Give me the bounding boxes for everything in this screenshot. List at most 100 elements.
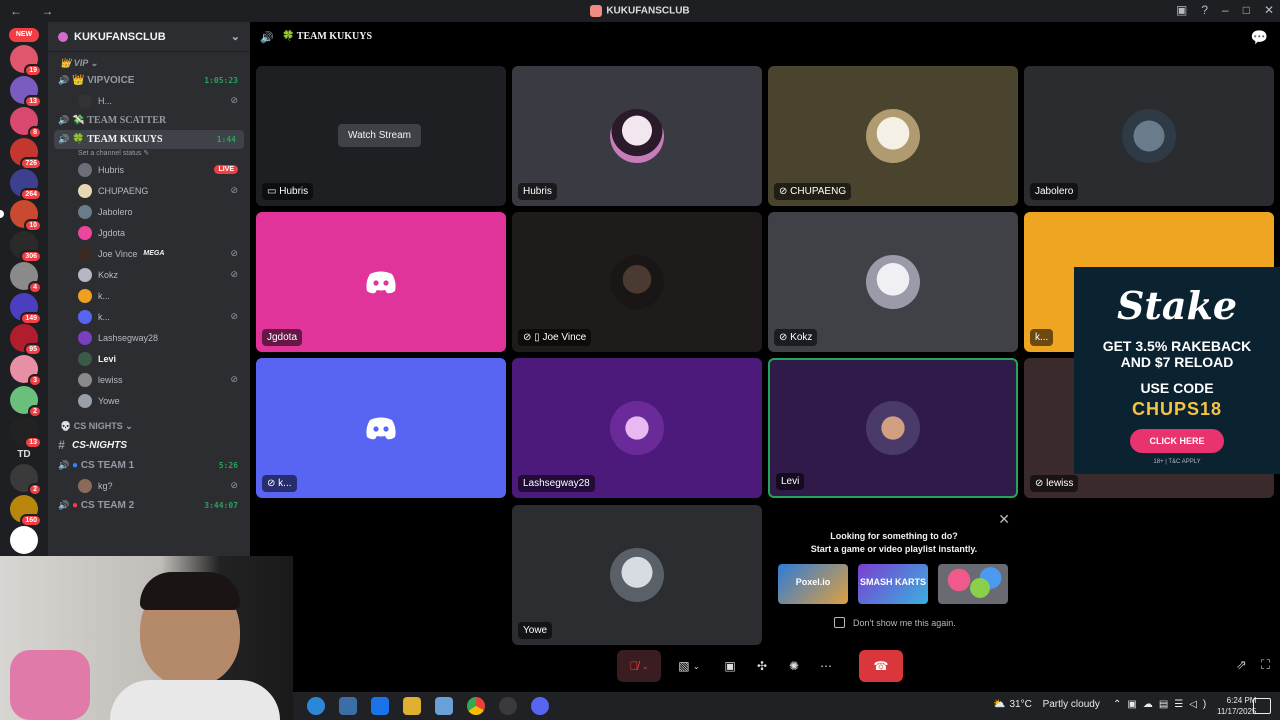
soundboard-button[interactable]: ✺ [781, 650, 807, 682]
server-icon[interactable]: 264 [10, 169, 42, 201]
minimize-button[interactable]: – [1222, 3, 1229, 17]
server-icon[interactable]: 95 [10, 324, 42, 356]
ad-click-here-button[interactable]: CLICK HERE [1130, 429, 1224, 453]
server-icon[interactable]: 726 [10, 138, 42, 170]
muted-icon: ⊘ [230, 480, 238, 490]
user-tile-joevince[interactable]: ⊘ ▯ Joe Vince [512, 212, 762, 352]
channel-status-hint[interactable]: Set a channel status ✎ [48, 149, 250, 159]
system-tray[interactable]: ⌃▣☁▤☰◁) [1113, 699, 1212, 710]
server-header[interactable]: KUKUFANSCLUB ⌄ [48, 22, 250, 52]
weather-widget[interactable]: ⛅ 31°C Partly cloudy [993, 699, 1100, 710]
maximize-button[interactable]: □ [1243, 3, 1250, 17]
avatar [610, 109, 664, 163]
discord-icon[interactable] [531, 697, 549, 715]
chevron-down-icon[interactable]: ⌄ [231, 30, 240, 43]
voice-user[interactable]: kg? ⊘ [48, 475, 250, 496]
close-window-button[interactable]: ✕ [1264, 3, 1274, 17]
server-icon[interactable]: 160 [10, 495, 42, 527]
voice-user[interactable]: lewiss ⊘ [48, 369, 250, 390]
tile-label-text: k... [278, 478, 292, 489]
server-td[interactable]: TD [0, 449, 48, 460]
voice-user[interactable]: Jgdota [48, 222, 250, 243]
voice-channel-scatter[interactable]: 🔊 💸 TEAM SCATTER [48, 111, 250, 130]
taskbar-clock[interactable]: 6:24 PM 11/17/2025 [1217, 695, 1256, 717]
fullscreen-icon[interactable]: ⛶ [1261, 657, 1270, 673]
dont-show-again-checkbox[interactable]: Don't show me this again. [834, 617, 956, 628]
server-icon[interactable]: 3 [10, 355, 42, 387]
checkbox-icon[interactable] [834, 617, 845, 628]
user-tile-kokz[interactable]: ⊘ Kokz [768, 212, 1018, 352]
category-vip[interactable]: 👑 VIP ⌄ [48, 52, 250, 71]
voice-user[interactable]: Lashsegway28 [48, 327, 250, 348]
user-tile-k-blue[interactable]: ⊘ k... [256, 358, 506, 498]
notifications-icon[interactable] [1253, 698, 1271, 714]
activity-game-poxel[interactable]: Poxel.io [778, 564, 848, 604]
server-icon[interactable]: 10 [0, 200, 42, 232]
clock-date: 11/17/2025 [1217, 707, 1257, 716]
user-tile-yowe[interactable]: Yowe [512, 505, 762, 645]
voice-user[interactable]: Hubris LIVE [48, 159, 250, 180]
user-tile-lashsegway[interactable]: Lashsegway28 [512, 358, 762, 498]
mute-toggle-button[interactable]: 🎙̸ ⌄ [617, 650, 661, 682]
voice-user[interactable]: k... ⊘ [48, 306, 250, 327]
inbox-icon[interactable]: ▣ [1176, 3, 1187, 17]
camera-toggle-button[interactable]: ▧ ⌄ [667, 650, 711, 682]
stream-tile-hubris[interactable]: Watch Stream ▭ Hubris [256, 66, 506, 206]
user-tile-chupaeng[interactable]: ⊘ CHUPAENG [768, 66, 1018, 206]
disconnect-button[interactable]: ☎ [859, 650, 903, 682]
user-tile-jabolero[interactable]: Jabolero [1024, 66, 1274, 206]
chrome-icon[interactable] [467, 697, 485, 715]
tile-label: Jgdota [262, 329, 303, 346]
voice-user[interactable]: H... ⊘ [48, 90, 250, 111]
server-icon[interactable]: 13 [10, 76, 42, 108]
voice-user[interactable]: Jabolero [48, 201, 250, 222]
voice-channel-csteam1[interactable]: 🔊 ● CS TEAM 1 5:26 [48, 456, 250, 475]
voice-user[interactable]: Yowe [48, 390, 250, 411]
share-screen-button[interactable]: ▣ [717, 650, 743, 682]
voice-user[interactable]: Kokz ⊘ [48, 264, 250, 285]
text-channel-csnights[interactable]: # CS-NIGHTS [48, 434, 250, 456]
voice-user[interactable]: Joe Vince MEGA ⊘ [48, 243, 250, 264]
store-icon[interactable] [339, 697, 357, 715]
user-tile-hubris[interactable]: Hubris [512, 66, 762, 206]
stake-ad-overlay[interactable]: Stake GET 3.5% RAKEBACK AND $7 RELOAD US… [1074, 267, 1280, 474]
server-icon[interactable]: 149 [10, 293, 42, 325]
blue-circle-icon: ● [72, 460, 79, 471]
muted-icon: ⊘ [230, 269, 238, 279]
server-icon[interactable]: 8 [10, 107, 42, 139]
voice-user[interactable]: Levi [48, 348, 250, 369]
new-badge[interactable]: NEW [9, 28, 39, 42]
pop-out-icon[interactable]: ⇗ [1236, 657, 1247, 673]
server-icon[interactable]: 306 [10, 231, 42, 263]
voice-user[interactable]: k... [48, 285, 250, 306]
voice-channel-kukuys[interactable]: 🔊 🍀 TEAM KUKUYS 1:44 [54, 130, 244, 149]
avatar [610, 255, 664, 309]
user-tile-levi-speaking[interactable]: Levi [768, 358, 1018, 498]
server-icon[interactable] [10, 526, 38, 554]
help-icon[interactable]: ? [1201, 3, 1208, 17]
obs-icon[interactable] [499, 697, 517, 715]
notepad-icon[interactable] [435, 697, 453, 715]
activity-game-smash-karts[interactable]: SMASH KARTS [858, 564, 928, 604]
user-tile-jgdota[interactable]: Jgdota [256, 212, 506, 352]
edge-icon[interactable] [307, 697, 325, 715]
server-icon[interactable]: 2 [10, 386, 42, 418]
server-icon[interactable]: 2 [10, 464, 42, 496]
server-icon[interactable]: 19 [10, 45, 42, 77]
file-explorer-icon[interactable] [403, 697, 421, 715]
muted-icon: ⊘ [230, 374, 238, 384]
close-icon[interactable]: ✕ [998, 511, 1010, 528]
activities-button[interactable]: ✣ [749, 650, 775, 682]
more-options-button[interactable]: ⋯ [813, 650, 839, 682]
watch-stream-button[interactable]: Watch Stream [338, 124, 421, 147]
server-icon[interactable]: 13 [10, 417, 42, 449]
server-icon[interactable]: 4 [10, 262, 42, 294]
activity-icon: ✣ [756, 659, 768, 673]
chat-icon[interactable]: 💬 [1251, 29, 1268, 46]
activity-game-third[interactable] [938, 564, 1008, 604]
outlook-icon[interactable] [371, 697, 389, 715]
voice-channel-vipvoice[interactable]: 🔊 👑 VIPVOICE 1:05:23 [48, 71, 250, 90]
voice-user[interactable]: CHUPAENG ⊘ [48, 180, 250, 201]
voice-channel-csteam2[interactable]: 🔊 ● CS TEAM 2 3:44:07 [48, 496, 250, 515]
category-csnights[interactable]: 💀 CS NIGHTS ⌄ [48, 415, 250, 434]
